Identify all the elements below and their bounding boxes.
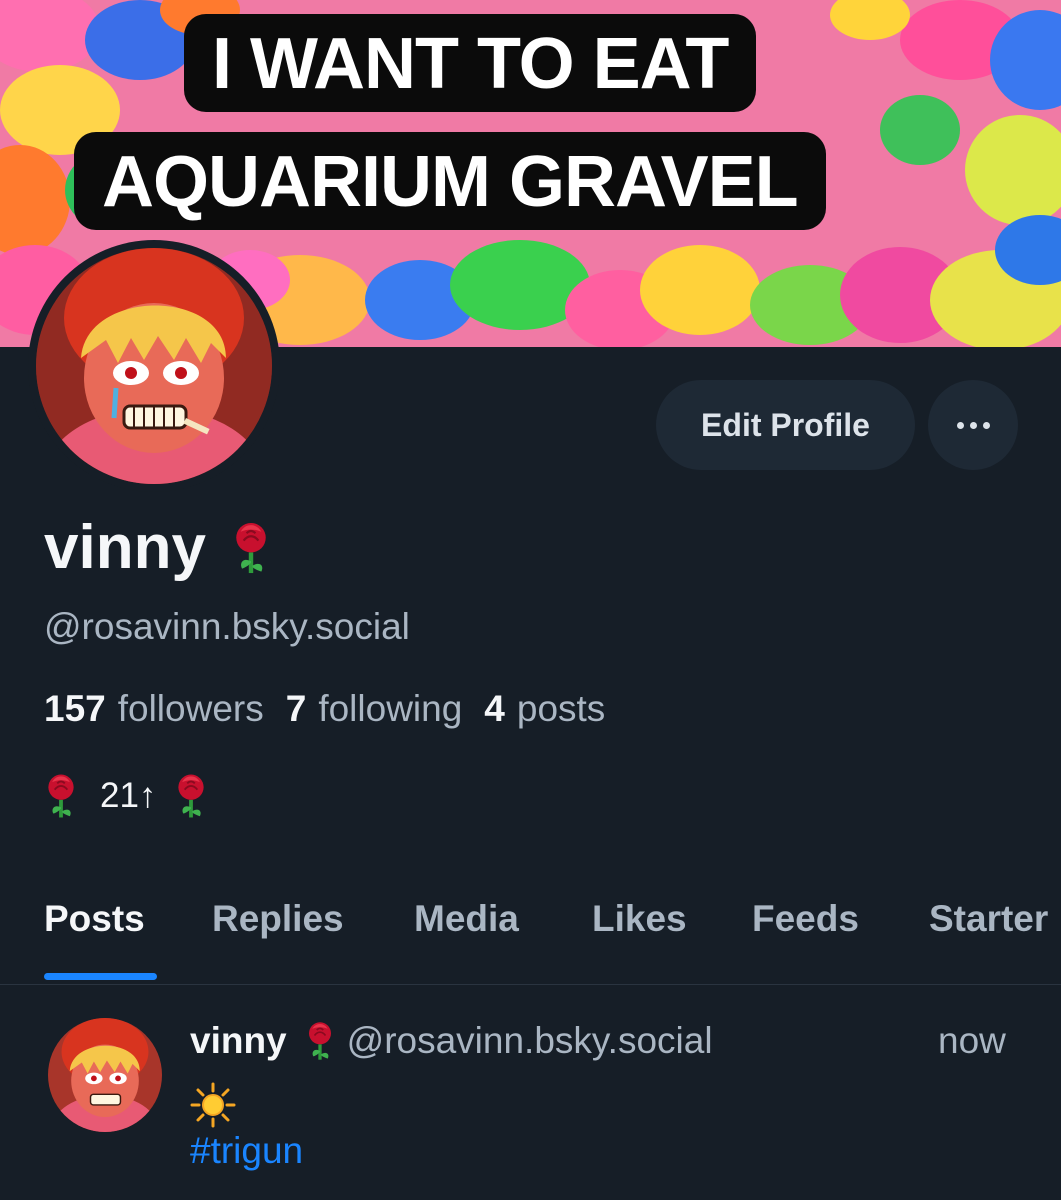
profile-handle: @rosavinn.bsky.social xyxy=(44,606,410,647)
posts-label: posts xyxy=(516,688,606,729)
post-timestamp[interactable]: now xyxy=(938,1020,1006,1062)
profile-tabs: Posts Replies Media Likes Feeds Starter xyxy=(0,880,1061,985)
following-count[interactable]: 7 xyxy=(286,688,307,730)
profile-bio: 21↑ xyxy=(48,770,205,822)
tab-feeds[interactable]: Feeds xyxy=(752,898,859,940)
banner-caption-line-1: I WANT TO EAT xyxy=(184,14,757,112)
rose-icon xyxy=(308,1020,331,1062)
post-author-name[interactable]: vinny xyxy=(190,1020,287,1062)
profile-avatar[interactable] xyxy=(28,240,280,492)
tab-starter-packs[interactable]: Starter xyxy=(929,898,1048,940)
ellipsis-icon xyxy=(954,421,993,429)
tab-posts[interactable]: Posts xyxy=(44,898,145,940)
profile-page: I WANT TO EAT AQUARIUM GRAVEL Edit Profi… xyxy=(0,0,1061,1200)
more-options-button[interactable] xyxy=(928,380,1018,470)
posts-count: 4 xyxy=(484,688,505,729)
bio-text: 21↑ xyxy=(100,776,157,815)
rose-icon xyxy=(48,772,74,820)
banner-caption-line-2: AQUARIUM GRAVEL xyxy=(74,132,826,230)
following-label[interactable]: following xyxy=(318,688,462,730)
followers-count[interactable]: 157 xyxy=(44,688,106,730)
post-author-avatar[interactable] xyxy=(48,1018,162,1132)
rose-icon xyxy=(178,772,205,820)
display-name-text: vinny xyxy=(44,513,206,582)
edit-profile-button[interactable]: Edit Profile xyxy=(656,380,915,470)
profile-stats: 157 followers 7 following 4 posts xyxy=(44,688,627,730)
profile-display-name: vinny xyxy=(44,512,266,583)
post-author-handle[interactable]: @rosavinn.bsky.social xyxy=(347,1020,713,1062)
sun-icon xyxy=(190,1082,236,1128)
avatar-image xyxy=(36,248,272,484)
tab-replies[interactable]: Replies xyxy=(212,898,344,940)
post-header: vinny @rosavinn.bsky.social xyxy=(190,1020,713,1062)
followers-label[interactable]: followers xyxy=(118,688,264,730)
active-tab-indicator xyxy=(44,973,157,980)
post-hashtag-link[interactable]: #trigun xyxy=(190,1130,303,1172)
rose-icon xyxy=(236,520,266,576)
tab-media[interactable]: Media xyxy=(414,898,519,940)
tab-likes[interactable]: Likes xyxy=(592,898,687,940)
